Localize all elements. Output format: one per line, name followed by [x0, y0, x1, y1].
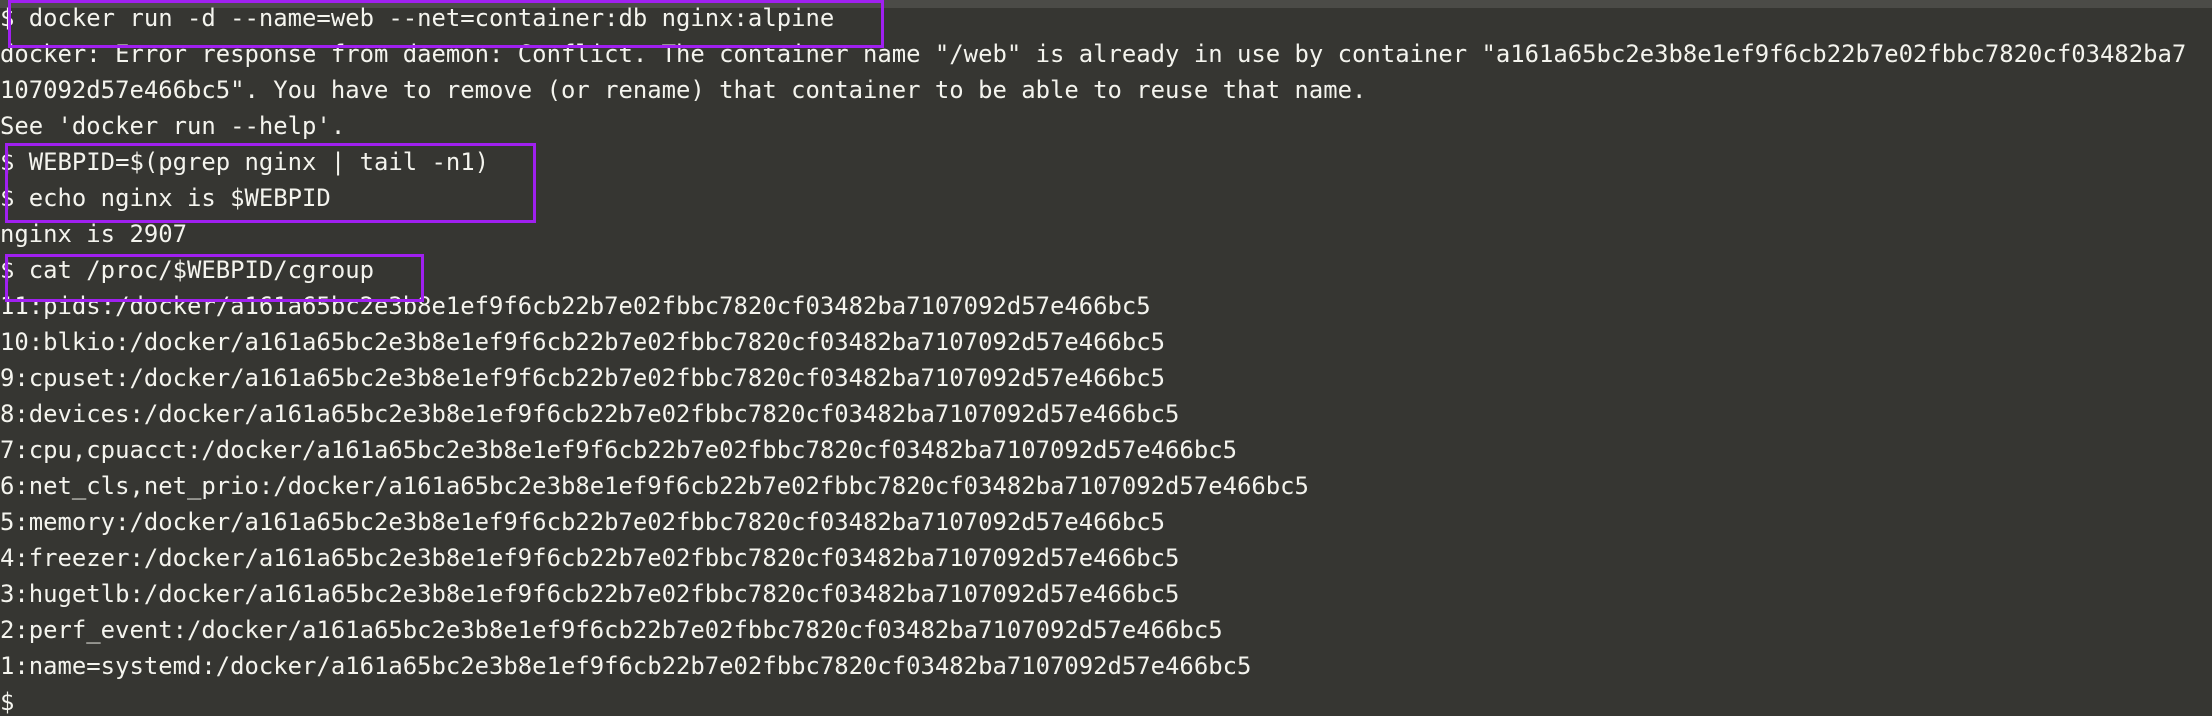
cgroup-output-line: 8:devices:/docker/a161a65bc2e3b8e1ef9f6c… [0, 400, 1180, 428]
cgroup-output-line: 5:memory:/docker/a161a65bc2e3b8e1ef9f6cb… [0, 508, 1166, 536]
echo-output-line: nginx is 2907 [0, 220, 187, 248]
cgroup-output-line: 9:cpuset:/docker/a161a65bc2e3b8e1ef9f6cb… [0, 364, 1166, 392]
cgroup-output-line: 10:blkio:/docker/a161a65bc2e3b8e1ef9f6cb… [0, 328, 1166, 356]
cgroup-output-line: 1:name=systemd:/docker/a161a65bc2e3b8e1e… [0, 652, 1252, 680]
error-output-line: 107092d57e466bc5". You have to remove (o… [0, 76, 1367, 104]
cgroup-output-line: 7:cpu,cpuacct:/docker/a161a65bc2e3b8e1ef… [0, 436, 1237, 464]
command-line-webpid: $ WEBPID=$(pgrep nginx | tail -n1) [0, 148, 490, 176]
terminal-window[interactable]: $ docker run -d --name=web --net=contain… [0, 0, 2212, 716]
cgroup-output-line: 6:net_cls,net_prio:/docker/a161a65bc2e3b… [0, 472, 1309, 500]
error-output-line: docker: Error response from daemon: Conf… [0, 40, 2187, 68]
cgroup-output-line: 2:perf_event:/docker/a161a65bc2e3b8e1ef9… [0, 616, 1223, 644]
command-line-echo: $ echo nginx is $WEBPID [0, 184, 331, 212]
help-hint-line: See 'docker run --help'. [0, 112, 346, 140]
cgroup-output-line: 3:hugetlb:/docker/a161a65bc2e3b8e1ef9f6c… [0, 580, 1180, 608]
cgroup-output-line: 11:pids:/docker/a161a65bc2e3b8e1ef9f6cb2… [0, 292, 1151, 320]
shell-prompt[interactable]: $ [0, 684, 14, 716]
command-line-cat: $ cat /proc/$WEBPID/cgroup [0, 256, 374, 284]
command-line-docker-run: $ docker run -d --name=web --net=contain… [0, 4, 835, 32]
cgroup-output-line: 4:freezer:/docker/a161a65bc2e3b8e1ef9f6c… [0, 544, 1180, 572]
